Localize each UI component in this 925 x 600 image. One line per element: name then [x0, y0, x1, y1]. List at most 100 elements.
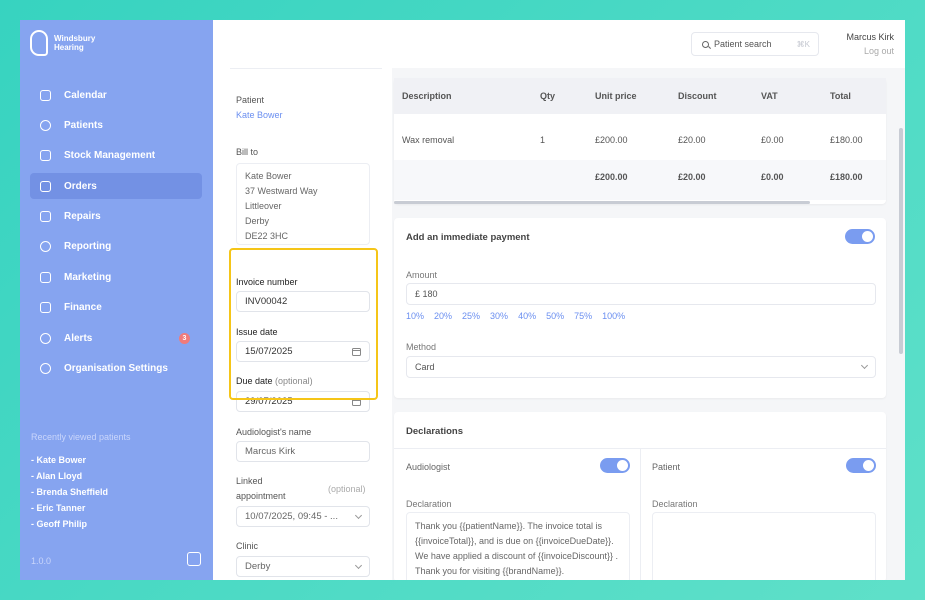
immediate-payment-card: Add an immediate payment Amount £ 180 10… — [394, 218, 886, 398]
brand-name-line2: Hearing — [54, 43, 84, 52]
address-line: 37 Westward Way — [245, 186, 318, 196]
audiologist-declaration-toggle[interactable] — [600, 458, 630, 473]
card-icon — [40, 302, 51, 314]
recent-patient-link[interactable]: - Alan Lloyd — [31, 468, 108, 484]
total-unit-price: £200.00 — [595, 172, 628, 182]
table-horizontal-scrollbar[interactable] — [394, 201, 810, 204]
payment-card-title: Add an immediate payment — [406, 232, 530, 243]
column-header: Total — [830, 91, 851, 101]
sidebar-item-label: Marketing — [64, 271, 112, 283]
percentage-option[interactable]: 30% — [490, 311, 508, 321]
item-qty: 1 — [540, 135, 546, 145]
totals-row: £200.00 £20.00 £0.00 £180.00 — [394, 160, 886, 200]
gear-icon — [40, 363, 51, 375]
chevron-down-icon — [354, 561, 363, 570]
percentage-option[interactable]: 40% — [518, 311, 536, 321]
sidebar-item-calendar[interactable]: Calendar — [30, 82, 202, 108]
search-shortcut: ⌘K — [796, 39, 810, 49]
item-description: Wax removal — [402, 135, 455, 145]
bill-to-address[interactable]: Kate Bower 37 Westward Way Littleover De… — [236, 163, 370, 245]
declarations-title: Declarations — [406, 426, 464, 437]
sidebar-nav: Calendar Patients Stock Management Order… — [30, 82, 202, 386]
method-value: Card — [415, 362, 435, 372]
sidebar-item-label: Reporting — [64, 241, 112, 253]
invoice-dates-highlight — [229, 248, 378, 400]
declarations-card: Declarations Audiologist Patient Declara… — [394, 412, 886, 580]
patient-label: Patient — [236, 95, 265, 105]
percentage-option[interactable]: 10% — [406, 311, 424, 321]
recent-patient-link[interactable]: - Geoff Philip — [31, 516, 108, 532]
total-vat: £0.00 — [761, 172, 784, 182]
sidebar-item-organisation-settings[interactable]: Organisation Settings — [30, 356, 202, 382]
sidebar-item-label: Repairs — [64, 211, 101, 223]
immediate-payment-toggle[interactable] — [845, 229, 875, 244]
recent-patient-link[interactable]: - Kate Bower — [31, 452, 108, 468]
invoice-content-area: Description Qty Unit price Discount VAT … — [392, 68, 905, 580]
audiologist-name-input[interactable]: Marcus Kirk — [236, 441, 370, 462]
sidebar-item-finance[interactable]: Finance — [30, 295, 202, 321]
sidebar-item-marketing[interactable]: Marketing — [30, 264, 202, 290]
patient-search-button[interactable]: Patient search ⌘K — [691, 32, 819, 56]
orders-icon — [40, 180, 51, 192]
linked-optional-hint: (optional) — [328, 484, 366, 494]
column-header: VAT — [761, 91, 778, 101]
sidebar-item-stock-management[interactable]: Stock Management — [30, 143, 202, 169]
patients-icon — [40, 119, 51, 131]
column-header: Discount — [678, 91, 717, 101]
column-header: Description — [402, 91, 452, 101]
patient-link[interactable]: Kate Bower — [236, 110, 283, 120]
item-discount: £20.00 — [678, 135, 706, 145]
sidebar-item-patients[interactable]: Patients — [30, 112, 202, 138]
address-line: Derby — [245, 216, 270, 226]
recent-patient-link[interactable]: - Brenda Sheffield — [31, 484, 108, 500]
amount-input[interactable]: £ 180 — [406, 283, 876, 305]
sidebar-item-reporting[interactable]: Reporting — [30, 234, 202, 260]
method-label: Method — [406, 342, 437, 352]
stock-icon — [40, 150, 51, 162]
patient-declaration-label: Patient — [652, 462, 681, 472]
patient-declaration-textarea[interactable] — [652, 512, 876, 580]
percentage-option[interactable]: 20% — [434, 311, 452, 321]
sidebar-item-repairs[interactable]: Repairs — [30, 204, 202, 230]
sidebar-item-alerts[interactable]: Alerts 3 — [30, 325, 202, 351]
percentage-option[interactable]: 25% — [462, 311, 480, 321]
clinic-select[interactable]: Derby — [236, 556, 370, 577]
recent-patient-link[interactable]: - Eric Tanner — [31, 500, 108, 516]
wrench-icon — [40, 211, 51, 223]
brand[interactable]: Windsbury Hearing — [30, 30, 95, 56]
linked-appointment-label-2: appointment — [236, 491, 286, 501]
calendar-icon — [40, 89, 51, 101]
audiologist-name-label: Audiologist's name — [236, 427, 312, 437]
sidebar-item-orders[interactable]: Orders — [30, 173, 202, 200]
logout-link[interactable]: Log out — [864, 46, 894, 56]
audiologist-declaration-label: Audiologist — [406, 462, 451, 472]
chart-icon — [40, 241, 51, 253]
divider — [640, 448, 641, 580]
percentage-option[interactable]: 100% — [602, 311, 625, 321]
recent-patients-title: Recently viewed patients — [31, 432, 131, 442]
sidebar-item-label: Finance — [64, 302, 102, 314]
patient-declaration-toggle[interactable] — [846, 458, 876, 473]
sidebar-item-label: Organisation Settings — [64, 363, 168, 375]
total-discount: £20.00 — [678, 172, 706, 182]
column-header: Unit price — [595, 91, 637, 101]
amount-label: Amount — [406, 270, 438, 280]
line-items-table: Description Qty Unit price Discount VAT … — [394, 78, 886, 204]
bell-icon — [40, 332, 51, 344]
linked-appointment-select[interactable]: 10/07/2025, 09:45 - ... — [236, 506, 370, 527]
sidebar-item-label: Patients — [64, 119, 103, 131]
page-vertical-scrollbar[interactable] — [899, 128, 903, 354]
method-select[interactable]: Card — [406, 356, 876, 378]
declaration-label: Declaration — [652, 499, 698, 509]
collapse-sidebar-icon[interactable] — [187, 552, 201, 566]
clinic-value: Derby — [245, 561, 271, 572]
percentage-option[interactable]: 50% — [546, 311, 564, 321]
audiologist-declaration-text: Thank you {{patientName}}. The invoice t… — [415, 521, 618, 576]
user-name: Marcus Kirk — [846, 32, 894, 42]
patient-search-label: Patient search — [714, 39, 772, 49]
brand-name-line1: Windsbury — [54, 34, 96, 43]
item-unit-price: £200.00 — [595, 135, 628, 145]
sidebar-item-label: Alerts — [64, 332, 93, 344]
percentage-option[interactable]: 75% — [574, 311, 592, 321]
audiologist-declaration-textarea[interactable]: Thank you {{patientName}}. The invoice t… — [406, 512, 630, 580]
